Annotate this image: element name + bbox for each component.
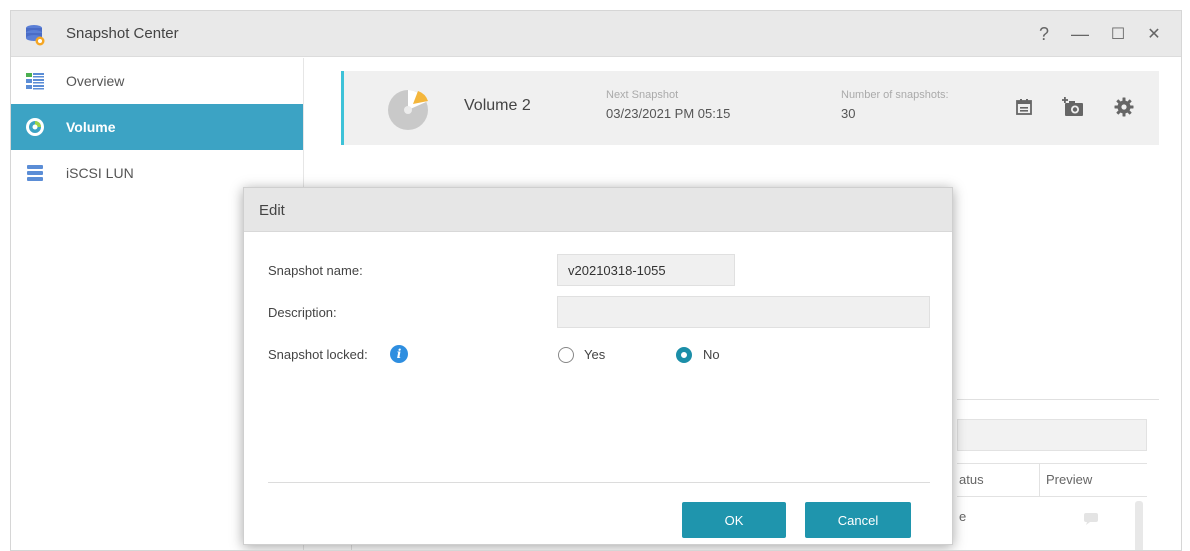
minimize-button[interactable]: — bbox=[1067, 22, 1093, 46]
snapshot-center-app-icon bbox=[26, 25, 45, 46]
maximize-icon: ☐ bbox=[1110, 26, 1126, 43]
sidebar-item-label: Volume bbox=[66, 119, 116, 135]
volume-settings-button[interactable] bbox=[1110, 93, 1138, 121]
overview-icon bbox=[26, 73, 44, 90]
sidebar-item-label: iSCSI LUN bbox=[66, 165, 134, 181]
snapshot-locked-label: Snapshot locked: bbox=[268, 347, 368, 362]
description-input[interactable] bbox=[557, 296, 930, 328]
dialog-title: Edit bbox=[259, 202, 285, 219]
ok-button[interactable]: OK bbox=[682, 502, 786, 538]
snapshot-center-window: Snapshot Center ? — ☐ ✕ Overview Volume … bbox=[10, 10, 1182, 551]
snapshot-search-field[interactable] bbox=[957, 419, 1147, 451]
locked-no-radio[interactable] bbox=[676, 347, 692, 363]
table-scrollbar[interactable] bbox=[1135, 501, 1143, 550]
settings-gear-icon bbox=[1114, 97, 1134, 117]
locked-yes-label[interactable]: Yes bbox=[584, 347, 605, 362]
calendar-icon bbox=[1016, 99, 1032, 115]
take-snapshot-button[interactable] bbox=[1060, 93, 1088, 121]
snapshot-name-label: Snapshot name: bbox=[268, 263, 363, 278]
next-snapshot-label: Next Snapshot bbox=[606, 89, 679, 101]
close-icon: ✕ bbox=[1147, 26, 1161, 43]
locked-no-label[interactable]: No bbox=[703, 347, 720, 362]
take-snapshot-icon bbox=[1062, 97, 1083, 116]
snapshot-count-value: 30 bbox=[841, 106, 856, 121]
sidebar-item-overview[interactable]: Overview bbox=[11, 58, 303, 104]
preview-icon[interactable] bbox=[1083, 511, 1101, 525]
edit-dialog: Edit Snapshot name: Description: Snapsho… bbox=[243, 187, 953, 545]
table-cell-status: e bbox=[959, 509, 967, 524]
background-divider bbox=[957, 399, 1159, 400]
table-header-preview[interactable]: Preview bbox=[1046, 472, 1092, 487]
sidebar-item-volume[interactable]: Volume bbox=[11, 104, 303, 150]
cancel-button[interactable]: Cancel bbox=[805, 502, 911, 538]
window-title: Snapshot Center bbox=[66, 25, 179, 42]
sidebar-item-label: Overview bbox=[66, 73, 125, 89]
dialog-separator bbox=[268, 482, 930, 483]
schedule-button[interactable] bbox=[1010, 93, 1038, 121]
volume-usage-pie-icon bbox=[388, 90, 428, 130]
title-bar: Snapshot Center ? — ☐ ✕ bbox=[11, 11, 1181, 57]
minimize-icon: — bbox=[1071, 23, 1089, 44]
maximize-button[interactable]: ☐ bbox=[1105, 22, 1131, 46]
help-icon: ? bbox=[1038, 23, 1049, 44]
volume-icon bbox=[26, 118, 44, 136]
snapshot-count-label: Number of snapshots: bbox=[841, 89, 949, 101]
dialog-header: Edit bbox=[244, 188, 952, 232]
next-snapshot-value: 03/23/2021 PM 05:15 bbox=[606, 106, 731, 121]
description-label: Description: bbox=[268, 305, 337, 320]
iscsi-lun-icon bbox=[27, 165, 43, 181]
table-column-separator bbox=[1039, 463, 1040, 497]
info-icon[interactable]: i bbox=[390, 345, 408, 363]
snapshot-name-input[interactable] bbox=[557, 254, 735, 286]
table-header-status[interactable]: atus bbox=[959, 472, 984, 487]
close-button[interactable]: ✕ bbox=[1141, 22, 1167, 46]
locked-yes-radio[interactable] bbox=[558, 347, 574, 363]
volume-name: Volume 2 bbox=[464, 97, 531, 114]
volume-card[interactable]: Volume 2 Next Snapshot 03/23/2021 PM 05:… bbox=[341, 71, 1159, 145]
help-button[interactable]: ? bbox=[1031, 22, 1057, 46]
